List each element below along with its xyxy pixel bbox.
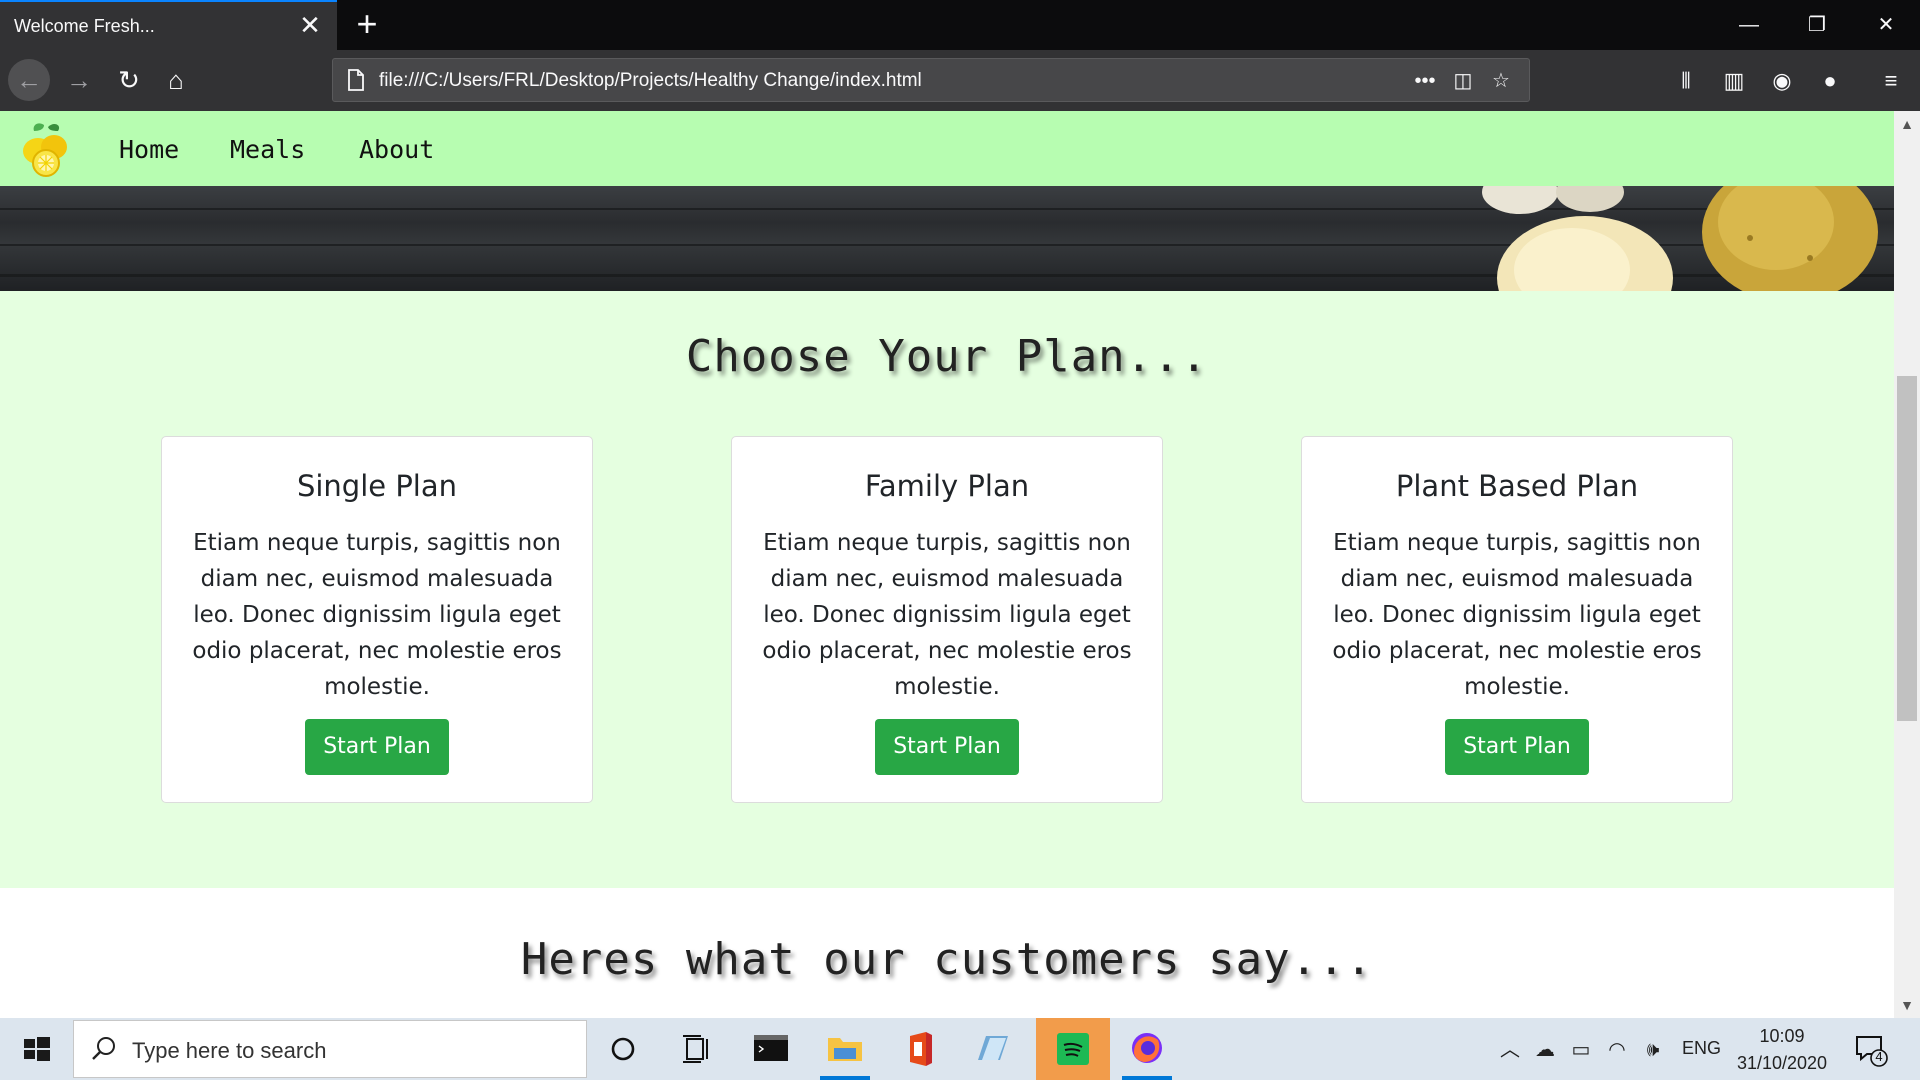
library-icon[interactable]: ⫴ — [1669, 64, 1703, 98]
spotify-icon — [1057, 1033, 1089, 1065]
tab-title: Welcome Fresh... — [14, 16, 155, 36]
lemon-logo-icon[interactable] — [14, 119, 76, 179]
nav-link-home[interactable]: Home — [119, 135, 179, 164]
forward-arrow-icon[interactable]: → — [58, 59, 100, 101]
search-placeholder: Type here to search — [132, 1038, 327, 1063]
plans-heading: Choose Your Plan... — [685, 331, 1209, 382]
browser-toolbar: ← → ↻ ⌂ file:///C:/Users/FRL/Desktop/Pro… — [0, 50, 1920, 111]
testimonials-heading: Heres what our customers say... — [520, 934, 1374, 985]
hero-image — [0, 186, 1894, 291]
plan-title: Family Plan — [864, 469, 1030, 503]
plan-title: Single Plan — [296, 469, 458, 503]
start-plan-button[interactable]: Start Plan — [305, 719, 449, 775]
nav-link-about[interactable]: About — [359, 135, 434, 164]
office-icon[interactable] — [882, 1018, 956, 1080]
vegetables-image — [1482, 186, 1878, 291]
file-explorer-icon[interactable] — [808, 1018, 882, 1080]
page-viewport: Home Meals About Choose Your Plan... Sin… — [0, 111, 1894, 1018]
start-plan-button[interactable]: Start Plan — [875, 719, 1019, 775]
pocket-icon[interactable]: ◫ — [1447, 65, 1479, 97]
plan-card-family: Family Plan Etiam neque turpis, sagittis… — [731, 436, 1163, 803]
language-indicator[interactable]: ENG — [1682, 1038, 1721, 1059]
plan-description: Etiam neque turpis, sagittis non diam ne… — [192, 530, 562, 700]
page-scrollbar[interactable]: ▲ ▼ — [1894, 111, 1920, 1018]
page-icon — [348, 69, 364, 91]
extension-icon[interactable]: ● — [1813, 64, 1847, 98]
chevron-up-icon[interactable]: ︿ — [1497, 1037, 1523, 1063]
url-text: file:///C:/Users/FRL/Desktop/Projects/He… — [379, 70, 922, 91]
search-icon — [92, 1037, 115, 1060]
spotify-task[interactable] — [1036, 1018, 1110, 1080]
clock-time[interactable]: 10:09 — [1740, 1026, 1824, 1047]
sidebar-icon[interactable]: ▥ — [1717, 64, 1751, 98]
bookmark-star-icon[interactable]: ☆ — [1485, 65, 1517, 97]
site-navbar: Home Meals About — [0, 111, 1894, 186]
plan-description: Etiam neque turpis, sagittis non diam ne… — [1332, 530, 1702, 700]
battery-icon[interactable]: ▭ — [1568, 1037, 1594, 1063]
task-view-icon[interactable] — [660, 1018, 734, 1080]
close-tab-icon[interactable]: ✕ — [295, 10, 325, 40]
volume-icon[interactable]: 🕪 — [1640, 1037, 1666, 1063]
back-arrow-icon[interactable]: ← — [8, 59, 50, 101]
plan-card-single: Single Plan Etiam neque turpis, sagittis… — [161, 436, 593, 803]
start-plan-button[interactable]: Start Plan — [1445, 719, 1589, 775]
plans-section: Choose Your Plan... Single Plan Etiam ne… — [0, 291, 1894, 888]
onedrive-icon[interactable]: ☁ — [1532, 1037, 1558, 1063]
windows-taskbar: Type here to search ︿ ☁ ▭ ◠ 🕪 ENG 10:09 … — [0, 1018, 1920, 1080]
browser-tab-bar: Welcome Fresh... ✕ + — ❐ ✕ — [0, 0, 1920, 50]
notification-count: 4 — [1875, 1049, 1883, 1064]
account-icon[interactable]: ◉ — [1765, 64, 1799, 98]
plan-title: Plant Based Plan — [1395, 469, 1639, 503]
home-icon[interactable]: ⌂ — [155, 59, 197, 101]
plan-card-plant-based: Plant Based Plan Etiam neque turpis, sag… — [1301, 436, 1733, 803]
firefox-icon[interactable] — [1110, 1018, 1184, 1080]
new-tab-icon[interactable]: + — [348, 6, 386, 44]
nav-link-meals[interactable]: Meals — [230, 135, 305, 164]
notification-center[interactable]: 4 — [1853, 1032, 1889, 1068]
testimonials-section: Heres what our customers say... — [0, 888, 1894, 1018]
window-close-icon[interactable]: ✕ — [1852, 0, 1920, 50]
windows-start-icon[interactable] — [0, 1018, 72, 1080]
menu-icon[interactable]: ≡ — [1874, 64, 1908, 98]
scroll-down-icon[interactable]: ▼ — [1894, 992, 1920, 1018]
plan-description: Etiam neque turpis, sagittis non diam ne… — [762, 530, 1132, 700]
taskbar-search[interactable]: Type here to search — [73, 1020, 587, 1078]
terminal-icon[interactable] — [734, 1018, 808, 1080]
clock-date[interactable]: 31/10/2020 — [1730, 1053, 1834, 1074]
minimize-icon[interactable]: — — [1715, 0, 1783, 50]
address-bar[interactable]: file:///C:/Users/FRL/Desktop/Projects/He… — [332, 58, 1530, 102]
reload-icon[interactable]: ↻ — [108, 59, 150, 101]
cortana-icon[interactable] — [586, 1018, 660, 1080]
scrollbar-thumb[interactable] — [1897, 376, 1917, 721]
browser-tab[interactable]: Welcome Fresh... ✕ — [0, 0, 337, 50]
notepad-icon[interactable] — [956, 1018, 1030, 1080]
wifi-icon[interactable]: ◠ — [1604, 1037, 1630, 1063]
restore-icon[interactable]: ❐ — [1783, 0, 1851, 50]
scroll-up-icon[interactable]: ▲ — [1894, 111, 1920, 137]
page-actions-icon[interactable]: ••• — [1409, 65, 1441, 97]
